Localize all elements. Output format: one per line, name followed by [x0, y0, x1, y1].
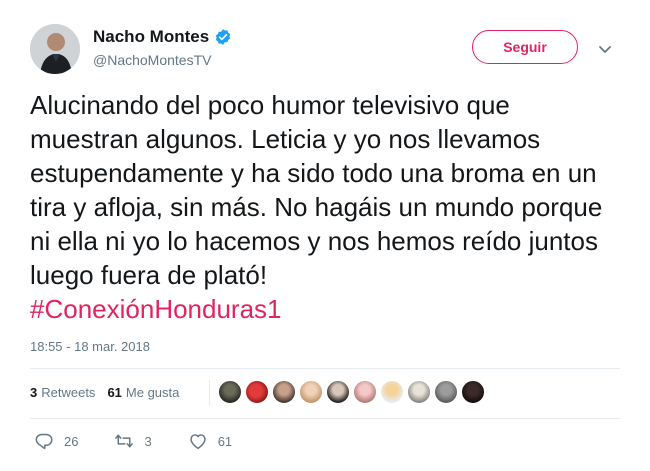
- heart-icon: [190, 434, 206, 450]
- tweet-card: Nacho Montes @NachoMontesTV Seguir Aluci…: [0, 0, 650, 471]
- likers-avatars: [218, 380, 488, 404]
- hashtag-link[interactable]: #ConexiónHonduras1: [30, 294, 282, 324]
- liker-avatar[interactable]: [299, 380, 323, 404]
- liker-avatar[interactable]: [218, 380, 242, 404]
- like-count: 61: [217, 433, 233, 449]
- likes-label: Me gusta: [125, 385, 180, 400]
- retweets-label: Retweets: [41, 385, 96, 400]
- divider: [209, 380, 210, 406]
- liker-avatar[interactable]: [407, 380, 431, 404]
- tweet-actions: 26 3 61: [34, 432, 268, 450]
- tweet-timestamp[interactable]: 18:55 - 18 mar. 2018: [30, 339, 150, 354]
- follow-button[interactable]: Seguir: [472, 30, 578, 64]
- liker-avatar[interactable]: [245, 380, 269, 404]
- tweet-stats: 3 Retweets 61 Me gusta: [30, 385, 191, 400]
- chevron-down-icon[interactable]: [598, 42, 612, 53]
- reply-count: 26: [64, 433, 79, 449]
- reply-button[interactable]: 26: [34, 432, 78, 450]
- verified-badge-icon: [214, 28, 232, 46]
- liker-avatar[interactable]: [272, 380, 296, 404]
- liker-avatar[interactable]: [353, 380, 377, 404]
- user-name-row: Nacho Montes: [93, 27, 232, 47]
- divider: [30, 368, 620, 369]
- liker-avatar[interactable]: [326, 380, 350, 404]
- tweet-text: Alucinando del poco humor televisivo que…: [30, 88, 610, 326]
- retweet-count: 3: [144, 433, 152, 449]
- likes-stat[interactable]: 61 Me gusta: [107, 385, 179, 400]
- retweet-icon: [115, 434, 134, 448]
- retweets-count: 3: [30, 385, 38, 400]
- retweet-button[interactable]: 3: [114, 432, 152, 450]
- liker-avatar[interactable]: [461, 380, 485, 404]
- like-button[interactable]: 61: [188, 432, 232, 450]
- avatar[interactable]: [30, 24, 80, 74]
- divider: [30, 418, 620, 419]
- liker-avatar[interactable]: [434, 380, 458, 404]
- user-handle[interactable]: @NachoMontesTV: [93, 52, 211, 68]
- tweet-body: Alucinando del poco humor televisivo que…: [30, 90, 610, 290]
- likes-count: 61: [107, 385, 122, 400]
- retweets-stat[interactable]: 3 Retweets: [30, 385, 95, 400]
- liker-avatar[interactable]: [380, 380, 404, 404]
- display-name[interactable]: Nacho Montes: [93, 27, 209, 47]
- reply-icon: [35, 433, 53, 450]
